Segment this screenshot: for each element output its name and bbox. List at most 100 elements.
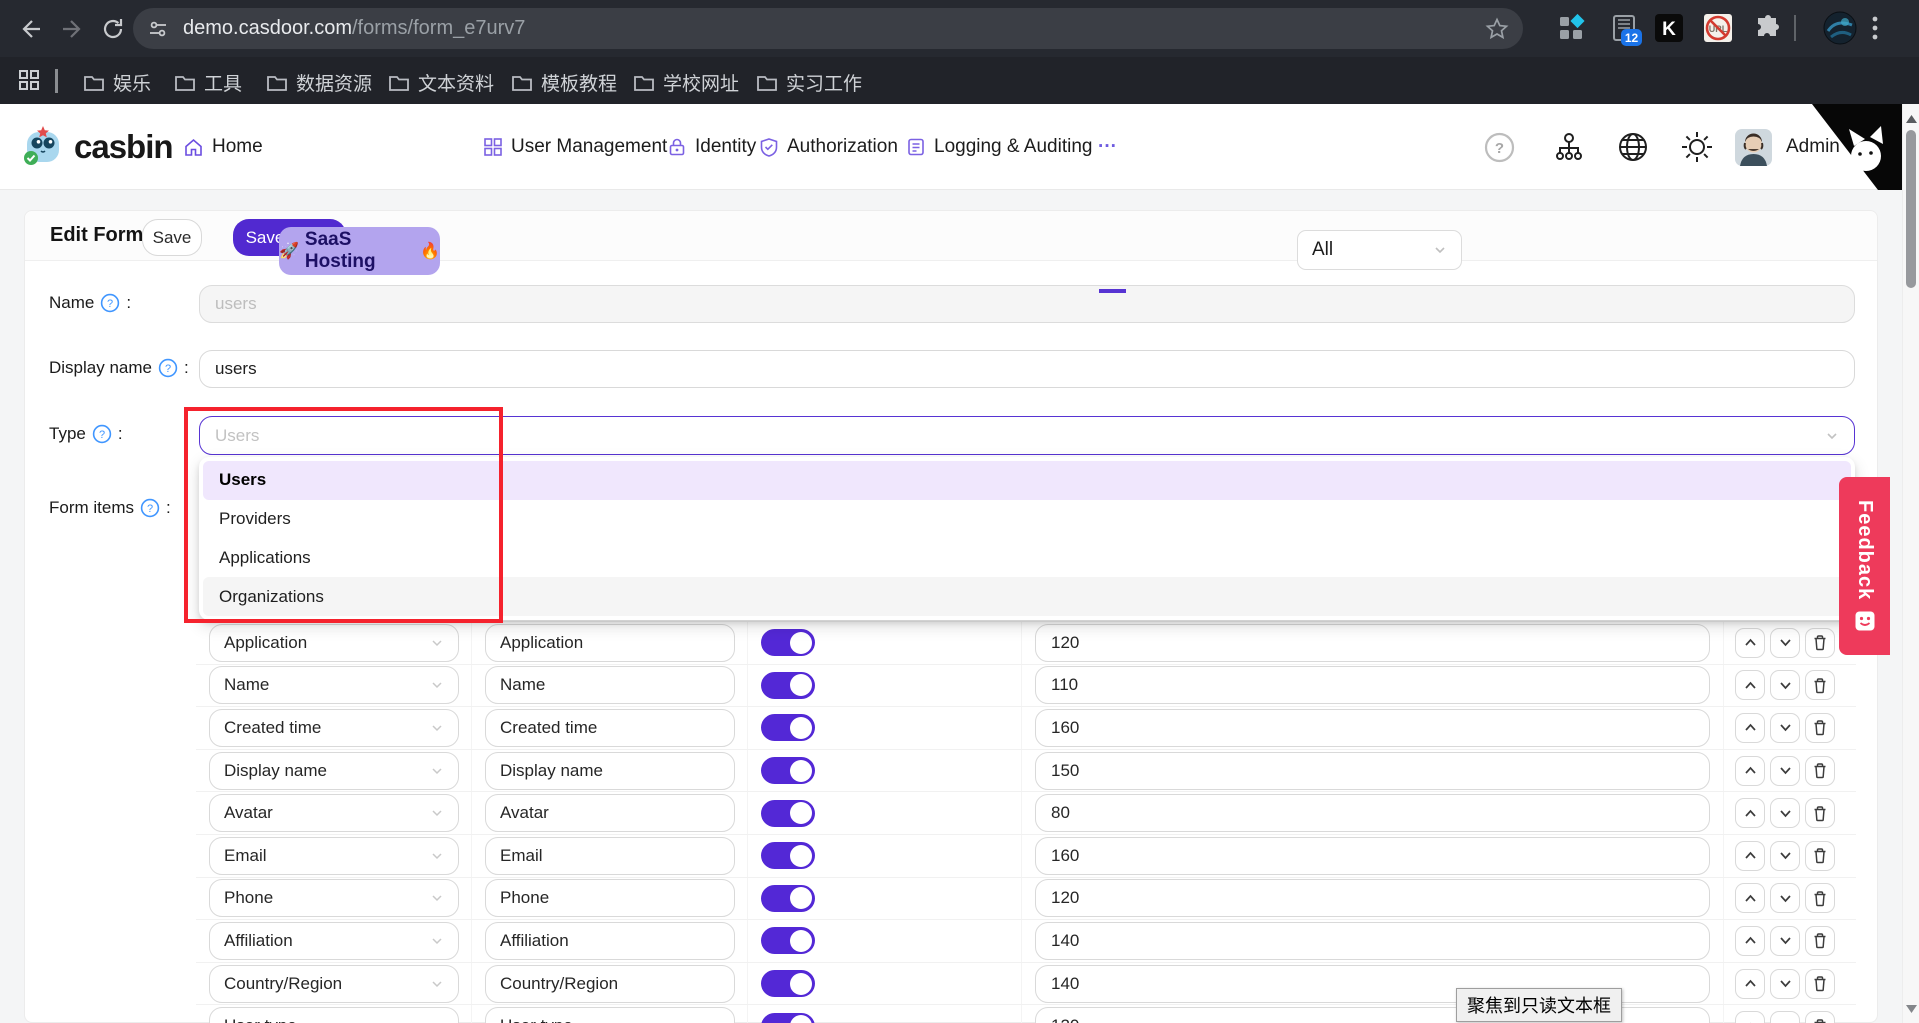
cat-extension-overlay[interactable] — [1802, 104, 1902, 190]
help-button[interactable]: ? — [1484, 104, 1515, 190]
back-button[interactable] — [14, 12, 48, 46]
reload-button[interactable] — [96, 12, 130, 46]
display-name-input[interactable]: users — [199, 350, 1855, 388]
delete-button[interactable] — [1805, 841, 1835, 871]
move-down-button[interactable] — [1770, 756, 1800, 786]
item-display-name-select[interactable]: Created time — [485, 709, 735, 747]
help-tooltip-icon[interactable]: ? — [92, 424, 112, 444]
item-name-select[interactable]: Email — [209, 837, 459, 875]
width-input[interactable]: 80 — [1035, 794, 1710, 832]
bookmark-folder-item[interactable]: 模板教程 — [511, 69, 617, 96]
delete-button[interactable] — [1805, 756, 1835, 786]
move-up-button[interactable] — [1735, 798, 1765, 828]
move-down-button[interactable] — [1770, 883, 1800, 913]
browser-menu-icon[interactable] — [1872, 16, 1878, 40]
width-input[interactable]: 140 — [1035, 922, 1710, 960]
delete-button[interactable] — [1805, 798, 1835, 828]
nav-item-logging-auditing[interactable]: Logging & Auditing — [906, 104, 1092, 190]
type-option[interactable]: Applications — [203, 539, 1851, 578]
extensions-puzzle-icon[interactable] — [1753, 13, 1783, 43]
item-name-select[interactable]: Name — [209, 666, 459, 704]
move-down-button[interactable] — [1770, 628, 1800, 658]
nav-item-identity[interactable]: Identity — [667, 104, 756, 190]
scroll-up-arrow[interactable] — [1903, 112, 1919, 126]
move-up-button[interactable] — [1735, 628, 1765, 658]
scroll-down-arrow[interactable] — [1903, 1002, 1919, 1016]
move-down-button[interactable] — [1770, 713, 1800, 743]
user-avatar[interactable] — [1735, 104, 1772, 190]
visible-toggle[interactable] — [761, 757, 815, 784]
nav-item-saas-hosting[interactable]: 🚀 SaaS Hosting 🔥 — [279, 227, 440, 275]
item-name-select[interactable]: User type — [209, 1007, 459, 1023]
help-tooltip-icon[interactable]: ? — [140, 498, 160, 518]
extension-k-icon[interactable]: K — [1654, 13, 1684, 43]
move-up-button[interactable] — [1735, 926, 1765, 956]
site-info-icon[interactable] — [147, 18, 169, 40]
bookmark-folder-item[interactable]: 数据资源 — [266, 69, 372, 96]
forward-button[interactable] — [55, 12, 89, 46]
bookmark-folder-item[interactable]: 娱乐 — [83, 69, 151, 96]
width-input[interactable]: 120 — [1035, 624, 1710, 662]
casbin-logo[interactable]: casbin — [20, 104, 173, 190]
move-down-button[interactable] — [1770, 798, 1800, 828]
move-down-button[interactable] — [1770, 969, 1800, 999]
browser-profile-avatar[interactable] — [1823, 11, 1857, 45]
delete-button[interactable] — [1805, 1011, 1835, 1023]
bookmark-folder-item[interactable]: 学校网址 — [633, 69, 739, 96]
nav-item-user-management[interactable]: User Management — [483, 104, 667, 190]
visible-toggle[interactable] — [761, 970, 815, 997]
width-input[interactable]: 120 — [1035, 879, 1710, 917]
item-display-name-select[interactable]: Display name — [485, 752, 735, 790]
move-up-button[interactable] — [1735, 713, 1765, 743]
item-name-select[interactable]: Phone — [209, 879, 459, 917]
item-display-name-select[interactable]: Email — [485, 837, 735, 875]
extension-url-blocker-icon[interactable]: URL — [1703, 13, 1733, 43]
delete-button[interactable] — [1805, 926, 1835, 956]
move-down-button[interactable] — [1770, 670, 1800, 700]
move-up-button[interactable] — [1735, 670, 1765, 700]
move-up-button[interactable] — [1735, 969, 1765, 999]
extension-squares-icon[interactable] — [1556, 13, 1586, 43]
move-down-button[interactable] — [1770, 841, 1800, 871]
item-display-name-select[interactable]: Country/Region — [485, 965, 735, 1003]
move-up-button[interactable] — [1735, 883, 1765, 913]
save-button[interactable]: Save — [142, 219, 202, 256]
item-display-name-select[interactable]: Avatar — [485, 794, 735, 832]
width-input[interactable]: 150 — [1035, 752, 1710, 790]
scrollbar[interactable] — [1902, 104, 1919, 1023]
type-option[interactable]: Providers — [203, 500, 1851, 539]
move-down-button[interactable] — [1770, 926, 1800, 956]
delete-button[interactable] — [1805, 670, 1835, 700]
visible-toggle[interactable] — [761, 842, 815, 869]
item-name-select[interactable]: Created time — [209, 709, 459, 747]
visible-toggle[interactable] — [761, 629, 815, 656]
help-tooltip-icon[interactable]: ? — [100, 293, 120, 313]
name-input[interactable]: users — [199, 285, 1855, 323]
help-tooltip-icon[interactable]: ? — [158, 358, 178, 378]
item-display-name-select[interactable]: Affiliation — [485, 922, 735, 960]
move-up-button[interactable] — [1735, 841, 1765, 871]
scrollbar-thumb[interactable] — [1906, 130, 1916, 288]
nav-item-home[interactable]: Home — [183, 104, 263, 190]
item-display-name-select[interactable]: User type — [485, 1007, 735, 1023]
feedback-tab[interactable]: Feedback — [1839, 477, 1890, 655]
extension-tabs-icon[interactable]: 12 — [1606, 13, 1644, 49]
nav-item-more[interactable]: ··· — [1098, 104, 1117, 190]
visible-toggle[interactable] — [761, 927, 815, 954]
type-option[interactable]: Users — [203, 461, 1851, 500]
width-input[interactable]: 110 — [1035, 666, 1710, 704]
type-option[interactable]: Organizations — [203, 577, 1851, 616]
visible-toggle[interactable] — [761, 1013, 815, 1023]
visible-toggle[interactable] — [761, 714, 815, 741]
visible-toggle[interactable] — [761, 885, 815, 912]
nav-item-authorization[interactable]: Authorization — [759, 104, 898, 190]
item-name-select[interactable]: Application — [209, 624, 459, 662]
bookmark-folder-item[interactable]: 实习工作 — [756, 69, 862, 96]
delete-button[interactable] — [1805, 628, 1835, 658]
move-up-button[interactable] — [1735, 756, 1765, 786]
language-button[interactable] — [1616, 104, 1650, 190]
bookmark-folder-item[interactable]: 文本资料 — [388, 69, 494, 96]
move-down-button[interactable] — [1770, 1011, 1800, 1023]
type-select[interactable]: Users — [199, 416, 1855, 455]
visible-toggle[interactable] — [761, 800, 815, 827]
